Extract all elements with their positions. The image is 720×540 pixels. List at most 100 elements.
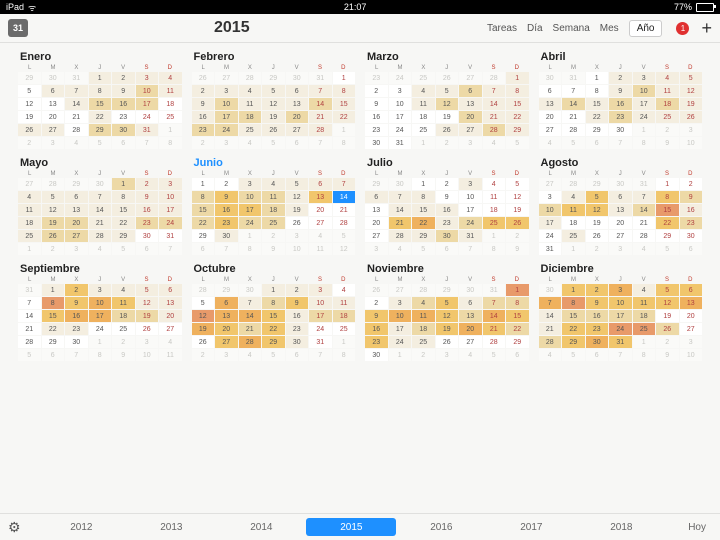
day-cell[interactable]: 14 <box>239 310 262 322</box>
day-cell[interactable]: 10 <box>459 191 482 203</box>
day-cell[interactable]: 12 <box>42 204 65 216</box>
day-cell[interactable]: 1 <box>42 284 65 296</box>
day-cell[interactable]: 5 <box>586 191 609 203</box>
month-octubre[interactable]: OctubreLMXJVSD28293012345678910111213141… <box>192 261 356 361</box>
day-cell[interactable]: 4 <box>333 284 356 296</box>
day-cell[interactable]: 9 <box>680 191 703 203</box>
day-cell[interactable]: 13 <box>309 191 332 203</box>
day-cell[interactable]: 5 <box>42 191 65 203</box>
tab-día[interactable]: Día <box>527 23 543 34</box>
day-cell[interactable]: 27 <box>365 230 388 242</box>
day-cell[interactable]: 15 <box>192 204 215 216</box>
day-cell[interactable]: 21 <box>239 323 262 335</box>
month-septiembre[interactable]: SeptiembreLMXJVSD31123456789101112131415… <box>18 261 182 361</box>
day-cell[interactable]: 14 <box>483 98 506 110</box>
day-cell[interactable]: 9 <box>365 310 388 322</box>
day-cell[interactable]: 8 <box>262 297 285 309</box>
day-cell[interactable]: 12 <box>586 204 609 216</box>
day-cell[interactable]: 11 <box>333 297 356 309</box>
day-cell[interactable]: 8 <box>412 191 435 203</box>
day-cell[interactable]: 24 <box>609 323 632 335</box>
day-cell[interactable]: 24 <box>539 230 562 242</box>
day-cell[interactable]: 5 <box>436 85 459 97</box>
day-cell[interactable]: 23 <box>680 217 703 229</box>
day-cell[interactable]: 22 <box>586 111 609 123</box>
day-cell[interactable]: 6 <box>459 85 482 97</box>
day-cell[interactable]: 26 <box>586 230 609 242</box>
day-cell[interactable]: 3 <box>239 178 262 190</box>
day-cell[interactable]: 2 <box>112 72 135 84</box>
day-cell[interactable]: 14 <box>89 204 112 216</box>
day-cell[interactable]: 29 <box>586 124 609 136</box>
day-cell[interactable]: 20 <box>365 217 388 229</box>
day-cell[interactable]: 2 <box>365 85 388 97</box>
day-cell[interactable]: 23 <box>365 124 388 136</box>
tab-mes[interactable]: Mes <box>600 23 619 34</box>
day-cell[interactable]: 29 <box>562 336 585 348</box>
day-cell[interactable]: 9 <box>609 85 632 97</box>
day-cell[interactable]: 13 <box>459 98 482 110</box>
day-cell[interactable]: 27 <box>680 323 703 335</box>
day-cell[interactable]: 31 <box>609 336 632 348</box>
day-cell[interactable]: 28 <box>89 230 112 242</box>
day-cell[interactable]: 10 <box>633 85 656 97</box>
day-cell[interactable]: 22 <box>656 217 679 229</box>
day-cell[interactable]: 3 <box>459 178 482 190</box>
day-cell[interactable]: 20 <box>459 323 482 335</box>
day-cell[interactable]: 5 <box>656 284 679 296</box>
day-cell[interactable]: 10 <box>389 310 412 322</box>
month-diciembre[interactable]: DiciembreLMXJVSD301234567891011121314151… <box>539 261 703 361</box>
day-cell[interactable]: 8 <box>506 85 529 97</box>
day-cell[interactable]: 17 <box>539 217 562 229</box>
day-cell[interactable]: 1 <box>412 178 435 190</box>
day-cell[interactable]: 19 <box>42 217 65 229</box>
day-cell[interactable]: 26 <box>192 336 215 348</box>
day-cell[interactable]: 2 <box>680 178 703 190</box>
day-cell[interactable]: 19 <box>286 204 309 216</box>
day-cell[interactable]: 13 <box>65 204 88 216</box>
day-cell[interactable]: 1 <box>562 284 585 296</box>
day-cell[interactable]: 1 <box>586 72 609 84</box>
day-cell[interactable]: 10 <box>136 85 159 97</box>
day-cell[interactable]: 11 <box>483 191 506 203</box>
day-cell[interactable]: 9 <box>586 297 609 309</box>
day-cell[interactable]: 3 <box>215 85 238 97</box>
day-cell[interactable]: 9 <box>192 98 215 110</box>
day-cell[interactable]: 30 <box>365 137 388 149</box>
day-cell[interactable]: 7 <box>483 85 506 97</box>
day-cell[interactable]: 23 <box>112 111 135 123</box>
day-cell[interactable]: 15 <box>506 310 529 322</box>
day-cell[interactable]: 19 <box>136 310 159 322</box>
day-cell[interactable]: 22 <box>192 217 215 229</box>
day-cell[interactable]: 11 <box>562 204 585 216</box>
day-cell[interactable]: 17 <box>309 310 332 322</box>
day-cell[interactable]: 12 <box>506 191 529 203</box>
day-cell[interactable]: 2 <box>609 72 632 84</box>
day-cell[interactable]: 22 <box>506 323 529 335</box>
day-cell[interactable]: 17 <box>136 98 159 110</box>
day-cell[interactable]: 15 <box>42 310 65 322</box>
day-cell[interactable]: 6 <box>609 191 632 203</box>
day-cell[interactable]: 20 <box>215 323 238 335</box>
day-cell[interactable]: 26 <box>656 323 679 335</box>
day-cell[interactable]: 3 <box>389 85 412 97</box>
day-cell[interactable]: 11 <box>159 85 182 97</box>
day-cell[interactable]: 10 <box>159 191 182 203</box>
day-cell[interactable]: 10 <box>389 98 412 110</box>
day-cell[interactable]: 27 <box>459 124 482 136</box>
day-cell[interactable]: 18 <box>412 323 435 335</box>
day-cell[interactable]: 17 <box>215 111 238 123</box>
settings-icon[interactable]: ⚙ <box>8 519 21 536</box>
day-cell[interactable]: 21 <box>539 323 562 335</box>
day-cell[interactable]: 22 <box>506 111 529 123</box>
day-cell[interactable]: 21 <box>562 111 585 123</box>
day-cell[interactable]: 5 <box>506 178 529 190</box>
day-cell[interactable]: 1 <box>262 284 285 296</box>
day-cell[interactable]: 7 <box>483 297 506 309</box>
day-cell[interactable]: 14 <box>333 191 356 203</box>
day-cell[interactable]: 25 <box>656 111 679 123</box>
day-cell[interactable]: 29 <box>412 230 435 242</box>
tab-semana[interactable]: Semana <box>553 23 590 34</box>
day-cell[interactable]: 7 <box>633 191 656 203</box>
day-cell[interactable]: 18 <box>562 217 585 229</box>
